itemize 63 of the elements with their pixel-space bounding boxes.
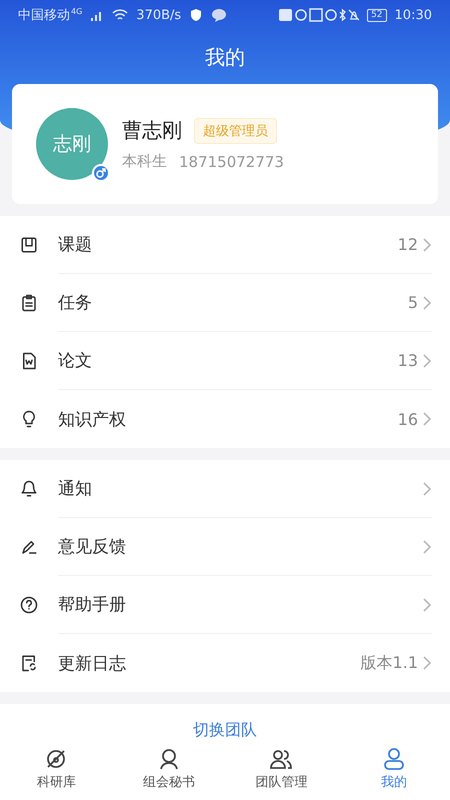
chevron-icon bbox=[422, 294, 432, 310]
shield-icon bbox=[189, 8, 204, 22]
menu-label: 论文 bbox=[58, 350, 93, 372]
menu-label: 任务 bbox=[58, 292, 93, 314]
chat-icon bbox=[211, 8, 228, 22]
tab-label: 科研库 bbox=[36, 774, 76, 791]
menu-label: 课题 bbox=[58, 234, 93, 256]
menu-item[interactable]: 知识产权 16 bbox=[0, 390, 450, 448]
menu-label: 更新日志 bbox=[58, 652, 127, 674]
chevron-icon bbox=[422, 411, 432, 427]
board-icon bbox=[20, 236, 38, 254]
chevron-icon bbox=[422, 596, 432, 612]
battery-level-text: 52 bbox=[367, 8, 387, 22]
menu-label: 帮助手册 bbox=[58, 594, 127, 616]
chevron-icon bbox=[422, 480, 432, 496]
male-icon bbox=[92, 164, 110, 182]
menu-item[interactable]: 任务 5 bbox=[0, 274, 450, 332]
switch-team-link[interactable]: 切换团队 bbox=[193, 720, 257, 741]
nav-tab[interactable]: 组会秘书 bbox=[112, 747, 225, 791]
menu-item[interactable]: 通知 bbox=[0, 460, 450, 518]
menu-value: 13 bbox=[398, 351, 418, 370]
menu-value: 12 bbox=[398, 235, 418, 254]
chevron-icon bbox=[422, 352, 432, 368]
menu-value: 5 bbox=[408, 293, 418, 312]
pencil-icon bbox=[20, 538, 38, 556]
menu-value: 版本1.1 bbox=[360, 652, 418, 674]
tab-label: 组会秘书 bbox=[142, 774, 195, 791]
chevron-icon bbox=[422, 236, 432, 252]
clipboard-icon bbox=[20, 294, 38, 312]
menu-item[interactable]: 课题 12 bbox=[0, 216, 450, 274]
wifi-icon bbox=[112, 9, 128, 21]
education-level: 本科生 bbox=[122, 152, 167, 171]
tab-label: 我的 bbox=[380, 774, 407, 791]
avatar: 志刚 bbox=[36, 108, 108, 180]
network-speed-text: 370B/s bbox=[136, 8, 182, 22]
document-icon bbox=[20, 352, 38, 370]
lightbulb-icon bbox=[20, 410, 38, 428]
menu-value: 16 bbox=[398, 410, 418, 428]
page-title: 我的 bbox=[204, 44, 246, 71]
bell-icon bbox=[20, 480, 38, 498]
role-badge: 超级管理员 bbox=[194, 118, 277, 144]
nav-tab[interactable]: 我的 bbox=[338, 747, 450, 791]
network-text: 4G bbox=[71, 7, 82, 16]
help-icon bbox=[20, 596, 38, 614]
clock-text: 10:30 bbox=[394, 8, 432, 22]
chevron-icon bbox=[422, 655, 432, 671]
chevron-icon bbox=[422, 538, 432, 554]
refresh-document-icon bbox=[20, 654, 38, 672]
menu-label: 通知 bbox=[58, 478, 93, 500]
tab-label: 团队管理 bbox=[255, 774, 308, 791]
carrier-text: 中国移动 bbox=[18, 7, 70, 24]
nav-tab[interactable]: 科研库 bbox=[0, 747, 112, 791]
menu-label: 意见反馈 bbox=[58, 536, 127, 558]
menu-item[interactable]: 论文 13 bbox=[0, 332, 450, 390]
menu-item[interactable]: 意见反馈 bbox=[0, 518, 450, 576]
nav-tab[interactable]: 团队管理 bbox=[225, 747, 338, 791]
menu-item[interactable]: 更新日志 版本1.1 bbox=[0, 634, 450, 692]
menu-label: 知识产权 bbox=[58, 408, 127, 430]
phone-number: 18715072773 bbox=[179, 152, 284, 170]
user-name: 曹志刚 bbox=[122, 117, 182, 144]
user-icon bbox=[382, 747, 406, 771]
group-icon bbox=[269, 747, 294, 771]
menu-item[interactable]: 帮助手册 bbox=[0, 576, 450, 634]
